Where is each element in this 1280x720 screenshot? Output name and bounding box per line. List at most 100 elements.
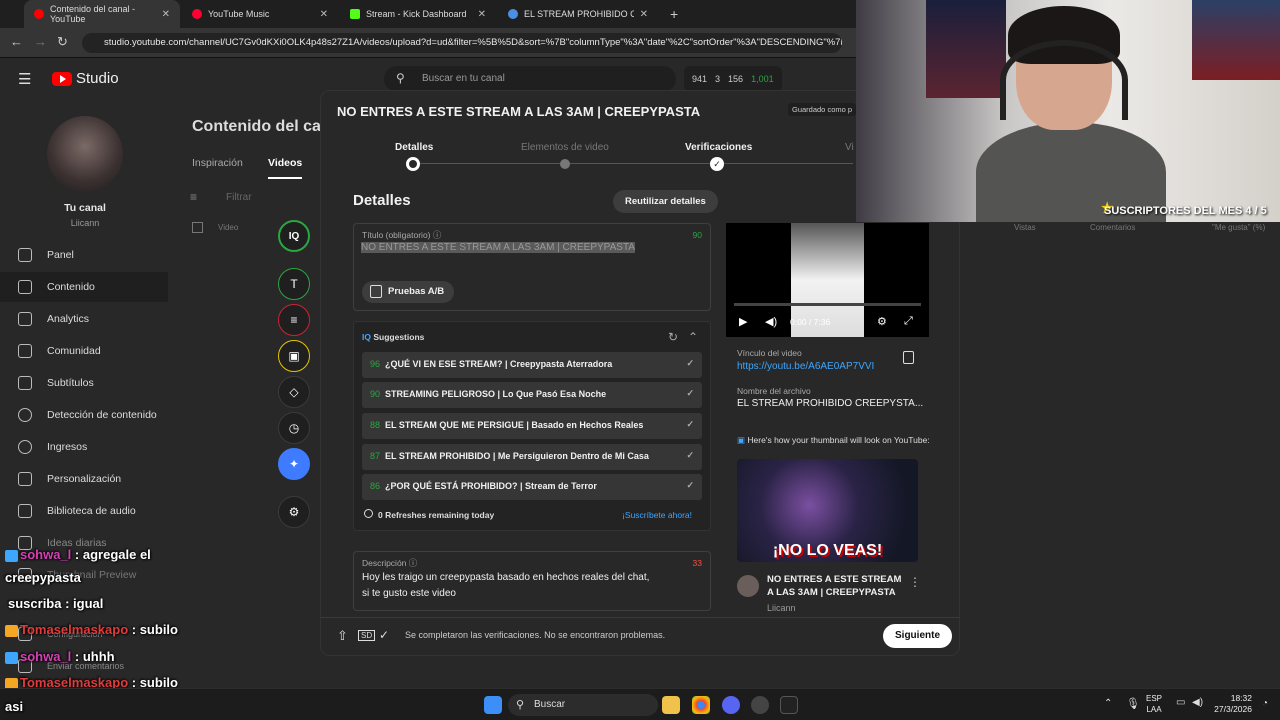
refresh-icon[interactable]: ↻	[668, 330, 678, 344]
tab-inspiracion[interactable]: Inspiración	[192, 157, 243, 169]
steam-icon[interactable]	[751, 696, 769, 714]
sidebar-item-contenido[interactable]: Contenido	[0, 272, 168, 302]
step-detalles[interactable]: Detalles	[395, 142, 433, 153]
tab-youtube-studio[interactable]: Contenido del canal - YouTube ✕	[24, 0, 180, 28]
step-verificaciones[interactable]: Verificaciones	[685, 142, 752, 153]
subscribe-link[interactable]: ¡Suscríbete ahora!	[622, 510, 692, 520]
stat-comments: 3	[715, 74, 721, 84]
help-icon[interactable]: ⓘ	[433, 230, 442, 240]
forward-icon[interactable]: →	[34, 34, 47, 49]
ab-test-button[interactable]: Pruebas A/B	[362, 281, 455, 303]
sidebar-item-audio[interactable]: Biblioteca de audio	[0, 496, 168, 526]
next-button[interactable]: Siguiente	[883, 624, 953, 648]
taskbar-search[interactable]: ⚲ Buscar	[508, 694, 658, 716]
play-icon[interactable]: ▶	[739, 315, 747, 328]
upload-icon[interactable]: ⇧	[337, 628, 348, 644]
step-visibilidad[interactable]: Vi	[845, 142, 854, 153]
section-title: Detalles	[353, 192, 411, 209]
url-field[interactable]: studio.youtube.com/channel/UC7Gv0dKXi0OL…	[82, 33, 842, 53]
description-input[interactable]: Hoy les traigo un creepypasta basado en …	[362, 570, 662, 602]
back-icon[interactable]: ←	[10, 34, 23, 49]
check-icon[interactable]: ✓	[686, 480, 694, 491]
more-icon[interactable]: ⋮	[909, 575, 921, 589]
text-icon: T	[290, 277, 298, 291]
settings-tool-button[interactable]: ⚙	[278, 496, 310, 528]
discord-icon[interactable]	[722, 696, 740, 714]
title-tool-button[interactable]: T	[278, 268, 310, 300]
notification-icon[interactable]: ◔	[1262, 698, 1268, 709]
tags-tool-button[interactable]: ◇	[278, 376, 310, 408]
tab-kick-dashboard[interactable]: Stream - Kick Dashboard ✕	[340, 0, 496, 28]
check-icon[interactable]: ✓	[686, 388, 694, 399]
description-field[interactable]: Descripción ⓘ 33 Hoy les traigo un creep…	[353, 551, 711, 611]
badge-icon	[5, 651, 18, 664]
audio-app-icon[interactable]	[780, 696, 798, 714]
new-tab-button[interactable]: +	[660, 0, 688, 28]
studio-logo[interactable]: Studio	[52, 70, 119, 87]
video-player[interactable]: ▶ ◀) 0:00 / 7:36 ⚙ ⤢	[726, 223, 929, 337]
channel-search-input[interactable]: ⚲ Buscar en tu canal	[384, 66, 676, 92]
sidebar-item-comunidad[interactable]: Comunidad	[0, 336, 168, 366]
microphone-icon[interactable]: 🎙	[1126, 697, 1140, 710]
suggestion-item[interactable]: 96 ¿QUÉ VI EN ESE STREAM? | Creepypasta A…	[362, 352, 702, 378]
close-icon[interactable]: ✕	[320, 9, 328, 20]
headset	[1000, 40, 1128, 120]
suggestion-item[interactable]: 87 EL STREAM PROHIBIDO | Me Persiguieron …	[362, 444, 702, 470]
ai-tool-button[interactable]: ✦	[278, 448, 310, 480]
progress-bar[interactable]	[734, 303, 921, 306]
network-icon[interactable]: ▭	[1176, 697, 1185, 708]
check-icon[interactable]: ✓	[686, 450, 694, 461]
vidiq-button[interactable]: IQ	[278, 220, 310, 252]
check-icon[interactable]: ✓	[686, 358, 694, 369]
sidebar-item-ingresos[interactable]: Ingresos	[0, 432, 168, 462]
thumbnail-tool-button[interactable]: ▣	[278, 340, 310, 372]
chevron-up-icon[interactable]: ⌃	[1104, 698, 1112, 709]
suggestion-item[interactable]: 90 STREAMING PELIGROSO | Lo Que Pasó Esa …	[362, 382, 702, 408]
language-indicator[interactable]: ESP LAA	[1146, 693, 1162, 715]
sidebar-label: Contenido	[47, 281, 95, 293]
sidebar-item-panel[interactable]: Panel	[0, 240, 168, 270]
video-link[interactable]: https://youtu.be/A6AE0AP7VVI	[737, 361, 874, 372]
filter-input[interactable]: Filtrar	[226, 192, 252, 203]
tab-youtube-music[interactable]: YouTube Music ✕	[182, 0, 338, 28]
description-tool-button[interactable]: ≡	[278, 304, 310, 336]
close-icon[interactable]: ✕	[478, 9, 486, 20]
youtube-logo-icon	[52, 71, 72, 86]
menu-icon[interactable]: ☰	[18, 70, 31, 88]
fullscreen-icon[interactable]: ⤢	[904, 315, 913, 328]
file-explorer-icon[interactable]	[662, 696, 680, 714]
volume-icon[interactable]: ◀)	[765, 315, 777, 328]
schedule-tool-button[interactable]: ◷	[278, 412, 310, 444]
suggestion-item[interactable]: 86 ¿POR QUÉ ESTÁ PROHIBIDO? | Stream de T…	[362, 474, 702, 500]
step-elementos[interactable]: Elementos de video	[521, 142, 609, 153]
chat-text: : uhhh	[74, 649, 115, 664]
chevron-up-icon[interactable]: ⌃	[688, 330, 698, 344]
volume-icon[interactable]: ◀)	[1192, 697, 1203, 708]
sidebar-item-personalizacion[interactable]: Personalización	[0, 464, 168, 494]
tab-label: Stream - Kick Dashboard	[366, 9, 467, 19]
check-icon[interactable]: ✓	[686, 419, 694, 430]
system-clock[interactable]: 18:32 27/3/2026	[1212, 693, 1252, 715]
sidebar-item-analytics[interactable]: Analytics	[0, 304, 168, 334]
reload-icon[interactable]: ↻	[57, 34, 68, 50]
tab-videos[interactable]: Videos	[268, 157, 303, 179]
channel-avatar[interactable]	[47, 116, 123, 192]
help-icon[interactable]: ⓘ	[409, 558, 418, 568]
gear-icon[interactable]: ⚙	[877, 315, 887, 328]
modal-title: NO ENTRES A ESTE STREAM A LAS 3AM | CREE…	[337, 104, 701, 119]
windows-start-icon[interactable]	[484, 696, 502, 714]
close-icon[interactable]: ✕	[162, 9, 170, 20]
sidebar-item-deteccion[interactable]: Detección de contenido	[0, 400, 168, 430]
reuse-details-button[interactable]: Reutilizar detalles	[613, 190, 718, 213]
title-input[interactable]: NO ENTRES A ESTE STREAM A LAS 3AM | CREE…	[361, 242, 635, 253]
title-field[interactable]: Título (obligatorio) ⓘ 90 NO ENTRES A ES…	[353, 223, 711, 311]
suggestion-item[interactable]: 88 EL STREAM QUE ME PERSIGUE | Basado en …	[362, 413, 702, 439]
filter-icon[interactable]: ≡	[190, 190, 197, 204]
sidebar-item-subtitulos[interactable]: Subtítulos	[0, 368, 168, 398]
studio-sidebar: Tu canal Liicann Panel Contenido Analyti…	[0, 100, 168, 673]
close-icon[interactable]: ✕	[640, 9, 648, 20]
chrome-icon[interactable]	[692, 696, 710, 714]
tab-stream-prohibido[interactable]: EL STREAM PROHIBIDO CREEPY ✕	[498, 0, 658, 28]
copy-icon[interactable]	[903, 351, 914, 364]
select-all-checkbox[interactable]	[192, 222, 203, 233]
